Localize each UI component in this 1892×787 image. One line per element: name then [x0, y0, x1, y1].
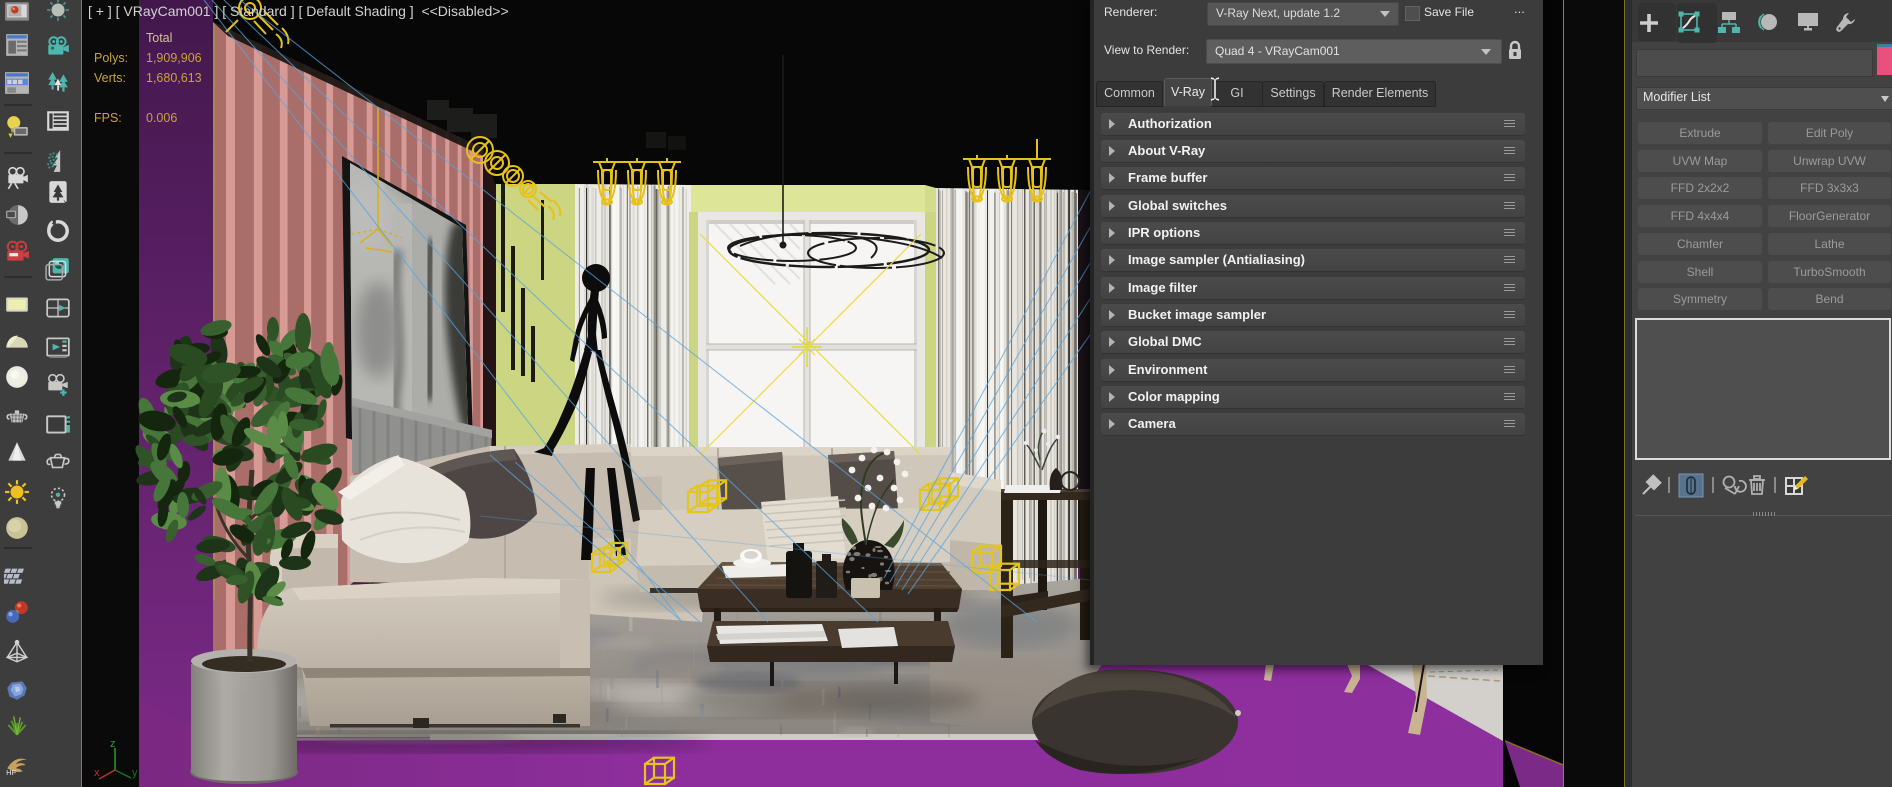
svg-text:x: x — [94, 767, 100, 779]
svg-text:z: z — [110, 738, 116, 750]
svg-text:HF: HF — [6, 768, 16, 777]
svg-text:y: y — [132, 767, 138, 779]
